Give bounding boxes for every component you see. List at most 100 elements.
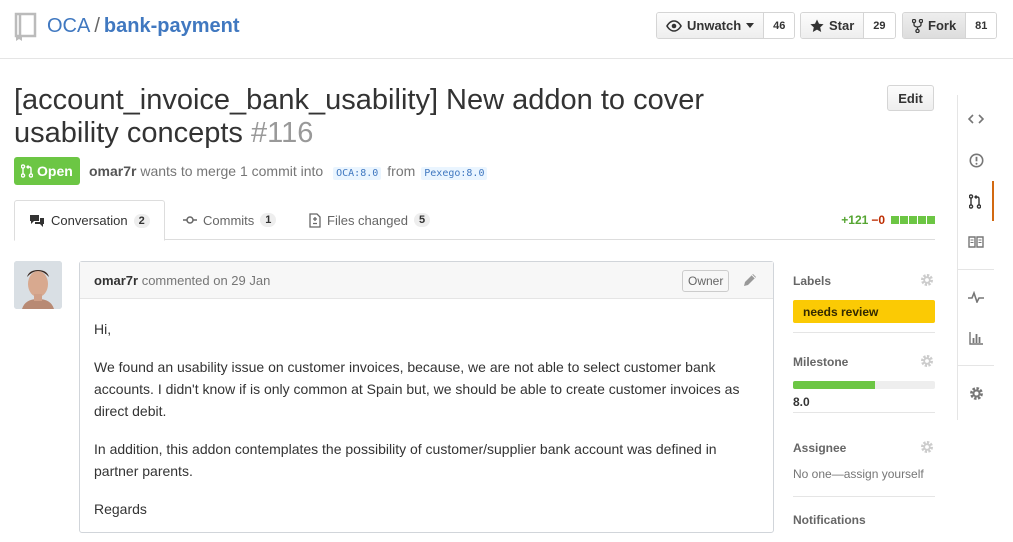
nav-separator — [958, 269, 994, 270]
diffstat-block — [918, 216, 926, 224]
unwatch-button[interactable]: Unwatch — [657, 13, 764, 38]
edit-title-button[interactable]: Edit — [887, 85, 934, 111]
tab-commits-label: Commits — [203, 212, 255, 228]
gear-icon — [969, 386, 983, 400]
milestone-section: Milestone 8.0 — [793, 333, 935, 413]
nav-issues[interactable] — [958, 140, 994, 180]
nav-wiki[interactable] — [958, 222, 994, 262]
milestone-progress — [793, 381, 935, 389]
tab-commits[interactable]: Commits 1 — [169, 200, 290, 240]
comment-paragraph: Regards — [94, 501, 147, 517]
git-pull-request-icon — [21, 164, 33, 178]
labels-section: Labels needs review — [793, 262, 935, 333]
labels-title: Labels — [793, 274, 832, 288]
issue-opened-icon — [969, 153, 983, 167]
pr-number: #116 — [250, 117, 314, 149]
repo-separator: / — [94, 15, 100, 37]
star-button-group: Star 29 — [800, 12, 896, 39]
pr-merge-text: wants to merge 1 commit into — [140, 163, 324, 179]
nav-pulse[interactable] — [958, 277, 994, 317]
star-icon — [810, 19, 824, 32]
comment-paragraph: In addition, this addon contemplates the… — [94, 441, 717, 479]
graph-icon — [968, 332, 983, 345]
repo-title: OCA / bank-payment — [47, 15, 240, 38]
avatar-image — [14, 261, 62, 309]
header-divider — [0, 58, 1013, 59]
diffstat-block — [927, 216, 935, 224]
tab-conversation-label: Conversation — [51, 213, 128, 228]
diff-deletions: −0 — [871, 213, 885, 227]
nav-separator — [958, 365, 994, 366]
comment-discussion-icon — [30, 214, 44, 227]
tab-commits-count: 1 — [260, 213, 277, 227]
caret-down-icon — [746, 23, 755, 28]
base-branch[interactable]: OCA:8.0 — [333, 167, 382, 180]
comment-author-link[interactable]: omar7r — [94, 273, 138, 288]
assign-yourself-link[interactable]: No one—assign yourself — [793, 467, 935, 481]
fork-icon — [912, 18, 923, 33]
eye-icon — [666, 19, 682, 32]
code-icon — [968, 114, 984, 124]
unwatch-label: Unwatch — [687, 18, 742, 33]
comment-paragraph: We found an usability issue on customer … — [94, 359, 740, 419]
comment-header: omar7r commented on 29 Jan Owner — [80, 262, 773, 299]
pr-author-link[interactable]: omar7r — [89, 163, 136, 179]
notifications-section: Notifications — [793, 497, 935, 527]
star-button[interactable]: Star — [801, 13, 864, 38]
milestone-name[interactable]: 8.0 — [793, 395, 935, 409]
file-diff-icon — [309, 212, 321, 228]
nav-code[interactable] — [958, 99, 994, 139]
pr-title: [account_invoice_bank_usability] New add… — [14, 84, 774, 150]
nav-settings[interactable] — [958, 373, 994, 413]
repo-name-link[interactable]: bank-payment — [104, 15, 240, 37]
comment-body: Hi, We found an usability issue on custo… — [80, 299, 773, 520]
repo-owner-link[interactable]: OCA — [47, 15, 90, 37]
tab-files-label: Files changed — [327, 212, 408, 228]
diffstat: +121 −0 — [841, 213, 935, 227]
pulse-icon — [968, 291, 984, 303]
tab-conversation-count: 2 — [133, 213, 150, 228]
tab-files-changed[interactable]: Files changed 5 — [295, 200, 444, 240]
diffstat-block — [909, 216, 917, 224]
diff-additions: +121 — [841, 213, 869, 227]
milestone-progress-fill — [793, 381, 876, 389]
commit-icon — [183, 216, 197, 224]
comment-meta: omar7r commented on 29 Jan — [94, 273, 270, 288]
comment-action: commented on 29 Jan — [141, 273, 271, 288]
pr-state-badge: Open — [14, 157, 80, 185]
star-count[interactable]: 29 — [863, 13, 895, 38]
fork-button-group: Fork 81 — [902, 12, 998, 39]
comment-box: omar7r commented on 29 Jan Owner Hi, We … — [79, 261, 774, 533]
owner-label: Owner — [682, 270, 730, 292]
repo-nav — [957, 95, 994, 420]
pr-sidebar: Labels needs review Milestone 8.0 Assign… — [793, 262, 935, 527]
diffstat-blocks — [891, 216, 935, 224]
diffstat-block — [891, 216, 899, 224]
repo-header: OCA / bank-payment Unwatch 46 Star 29 Fork… — [0, 0, 1013, 58]
watch-button-group: Unwatch 46 — [656, 12, 796, 39]
comment-paragraph: Hi, — [94, 321, 112, 337]
pencil-icon[interactable] — [742, 272, 758, 288]
label-needs-review[interactable]: needs review — [793, 300, 935, 323]
fork-button[interactable]: Fork — [903, 13, 966, 38]
git-pull-request-icon — [969, 193, 981, 209]
pr-title-text: [account_invoice_bank_usability] New add… — [14, 84, 704, 149]
head-branch[interactable]: Pexego:8.0 — [421, 167, 488, 180]
nav-graphs[interactable] — [958, 318, 994, 358]
book-icon — [968, 236, 984, 248]
avatar[interactable] — [14, 261, 62, 309]
nav-pull-requests[interactable] — [958, 181, 994, 221]
assignee-gear-icon[interactable] — [920, 440, 934, 454]
pr-tabs: Conversation 2 Commits 1 Files changed 5… — [14, 200, 935, 241]
diffstat-block — [900, 216, 908, 224]
watch-count[interactable]: 46 — [763, 13, 795, 38]
repo-icon — [14, 12, 37, 41]
star-label: Star — [829, 18, 855, 33]
from-text: from — [387, 163, 416, 179]
assignee-section: Assignee No one—assign yourself — [793, 413, 935, 497]
tab-conversation[interactable]: Conversation 2 — [14, 200, 165, 241]
pr-meta: omar7r wants to merge 1 commit into OCA:… — [89, 163, 493, 180]
labels-gear-icon[interactable] — [920, 273, 934, 287]
milestone-gear-icon[interactable] — [920, 354, 934, 368]
fork-count[interactable]: 81 — [965, 13, 997, 38]
